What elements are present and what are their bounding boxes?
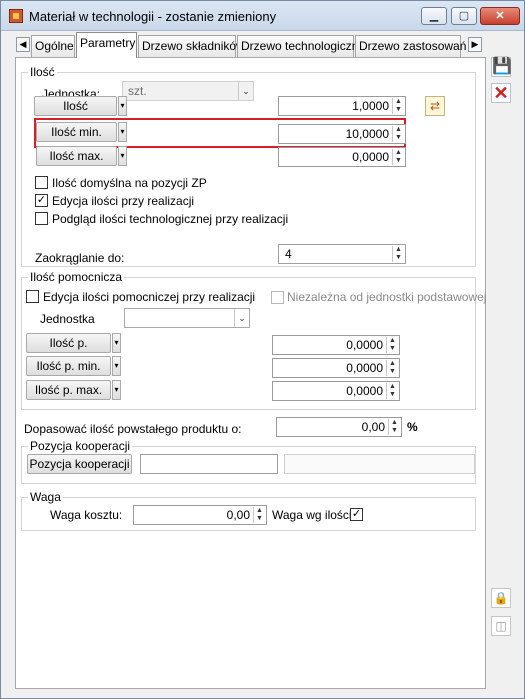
default-quantity-zp-label: Ilość domyślna na pozycji ZP — [52, 176, 207, 190]
cost-weight-label: Waga kosztu: — [50, 508, 123, 522]
conversion-icon[interactable]: ⇄ — [425, 96, 445, 116]
app-icon — [9, 9, 23, 23]
auxiliary-minimum-quantity-dropdown-button[interactable]: ▾ — [112, 356, 121, 376]
quantity-dropdown-button[interactable]: ▾ — [118, 96, 127, 116]
cost-weight-value: 0,00 — [226, 508, 250, 522]
auxiliary-maximum-quantity-value: 0,0000 — [346, 384, 383, 398]
auxiliary-minimum-quantity-value: 0,0000 — [346, 361, 383, 375]
maximum-quantity-button[interactable]: Ilość max. — [36, 146, 117, 166]
technology-material-window: Materiał w technologii - zostanie zmieni… — [0, 0, 525, 699]
weight-group-title: Waga — [28, 490, 63, 504]
edit-auxiliary-quantity-checkbox[interactable] — [26, 290, 39, 303]
chevron-down-icon: ⌄ — [234, 309, 249, 327]
auxiliary-quantity-title: Ilość pomocnicza — [28, 270, 125, 284]
auxiliary-quantity-value: 0,0000 — [346, 338, 383, 352]
edit-auxiliary-quantity-label: Edycja ilości pomocniczej przy realizacj… — [43, 290, 256, 304]
quantity-button[interactable]: Ilość — [34, 96, 117, 116]
minimum-quantity-value: 10,0000 — [345, 127, 389, 141]
technological-quantity-preview-checkbox[interactable] — [35, 212, 48, 225]
product-adjust-label: Dopasować ilość powstałego produktu o: — [24, 422, 242, 436]
maximum-quantity-value: 0,0000 — [352, 150, 389, 164]
minimum-quantity-dropdown-button[interactable]: ▾ — [118, 122, 127, 142]
minimum-quantity-input[interactable]: 10,0000 ▲ ▼ — [278, 124, 406, 144]
independent-unit-checkbox — [271, 291, 284, 304]
quantity-group-title: Ilość — [28, 65, 57, 79]
percent-label: % — [407, 420, 418, 434]
quantity-spinner[interactable]: ▲ ▼ — [392, 98, 404, 114]
auxiliary-minimum-quantity-button[interactable]: Ilość p. min. — [26, 356, 111, 376]
edit-quantity-realization-checkbox[interactable]: ✓ — [35, 194, 48, 207]
tab-scroll-left-button[interactable]: ◀ — [16, 37, 30, 52]
technological-quantity-preview-label: Podgląd ilości technologicznej przy real… — [52, 212, 289, 226]
cooperation-position-input[interactable] — [140, 454, 278, 474]
cost-weight-input[interactable]: 0,00 ▲ ▼ — [133, 505, 267, 525]
maximum-quantity-spinner[interactable]: ▲ ▼ — [392, 149, 404, 165]
auxiliary-quantity-spinner[interactable]: ▲ ▼ — [386, 337, 398, 353]
default-quantity-zp-checkbox[interactable] — [35, 176, 48, 189]
close-icon[interactable]: ✕ — [491, 83, 511, 103]
quantity-value: 1,0000 — [352, 99, 389, 113]
auxiliary-maximum-quantity-button[interactable]: Ilość p. max. — [26, 380, 111, 400]
product-adjust-spinner[interactable]: ▲ ▼ — [388, 419, 400, 435]
auxiliary-minimum-quantity-spinner[interactable]: ▲ ▼ — [386, 360, 398, 376]
title-bar: Materiał w technologii - zostanie zmieni… — [1, 1, 524, 31]
maximize-button[interactable]: ▢ — [451, 7, 477, 25]
auxiliary-quantity-input[interactable]: 0,0000 ▲ ▼ — [272, 335, 400, 355]
maximum-quantity-input[interactable]: 0,0000 ▲ ▼ — [278, 147, 406, 167]
rounding-input[interactable]: 4 ▲ ▼ — [278, 244, 406, 264]
tab-scroll-right-button[interactable]: ▶ — [468, 37, 482, 52]
auxiliary-minimum-quantity-input[interactable]: 0,0000 ▲ ▼ — [272, 358, 400, 378]
auxiliary-unit-label: Jednostka — [40, 312, 95, 326]
small-window-icon[interactable]: ◫ — [491, 616, 511, 636]
lock-icon[interactable]: 🔒 — [491, 588, 511, 608]
rounding-label: Zaokrąglanie do: — [35, 251, 125, 265]
chevron-down-icon: ⌄ — [238, 82, 253, 100]
tab-parametry[interactable]: Parametry — [76, 32, 137, 58]
tab-drzewo-zastosowan[interactable]: Drzewo zastosowań — [355, 35, 466, 57]
auxiliary-quantity-dropdown-button[interactable]: ▾ — [112, 333, 121, 353]
cooperation-position-button[interactable]: Pozycja kooperacji — [27, 454, 132, 474]
auxiliary-quantity-button[interactable]: Ilość p. — [26, 333, 111, 353]
save-icon[interactable]: 💾 — [491, 57, 512, 77]
quantity-weight-label: Waga wg ilości: — [272, 508, 355, 522]
edit-quantity-realization-label: Edycja ilości przy realizacji — [52, 194, 195, 208]
rounding-spinner[interactable]: ▲ ▼ — [392, 246, 404, 262]
product-adjust-input[interactable]: 0,00 ▲ ▼ — [276, 417, 402, 437]
minimize-button[interactable]: ▁ — [421, 7, 447, 25]
independent-unit-label: Niezależna od jednostki podstawowej — [287, 290, 487, 304]
tab-ogolne[interactable]: Ogólne — [31, 35, 75, 57]
auxiliary-maximum-quantity-input[interactable]: 0,0000 ▲ ▼ — [272, 381, 400, 401]
cooperation-position-extra-input — [284, 454, 475, 474]
quantity-input[interactable]: 1,0000 ▲ ▼ — [278, 96, 406, 116]
tab-drzewo-skladnikow[interactable]: Drzewo składników — [138, 35, 245, 57]
rounding-value: 4 — [285, 247, 292, 261]
maximum-quantity-dropdown-button[interactable]: ▾ — [118, 146, 127, 166]
cooperation-group-title: Pozycja kooperacji — [28, 439, 133, 453]
auxiliary-unit-select[interactable]: ⌄ — [124, 308, 250, 328]
auxiliary-maximum-quantity-spinner[interactable]: ▲ ▼ — [386, 383, 398, 399]
unit-select: szt. ⌄ — [122, 81, 254, 101]
product-adjust-value: 0,00 — [361, 420, 385, 434]
minimum-quantity-button[interactable]: Ilość min. — [36, 122, 117, 142]
quantity-weight-checkbox[interactable]: ✓ — [350, 508, 363, 521]
check-icon: ✓ — [36, 194, 47, 206]
cost-weight-spinner[interactable]: ▲ ▼ — [253, 507, 265, 523]
parameters-panel: Ilość Jednostka: szt. ⌄ Ilość ▾ 1,0000 ▲… — [15, 57, 486, 689]
auxiliary-maximum-quantity-dropdown-button[interactable]: ▾ — [112, 380, 121, 400]
minimum-quantity-spinner[interactable]: ▲ ▼ — [392, 126, 404, 142]
tab-drzewo-technologiczne[interactable]: Drzewo technologiczne — [237, 35, 365, 57]
close-window-button[interactable]: ✕ — [480, 7, 520, 25]
unit-select-value: szt. — [128, 84, 147, 98]
window-title: Materiał w technologii - zostanie zmieni… — [29, 9, 277, 24]
check-icon: ✓ — [351, 508, 362, 520]
